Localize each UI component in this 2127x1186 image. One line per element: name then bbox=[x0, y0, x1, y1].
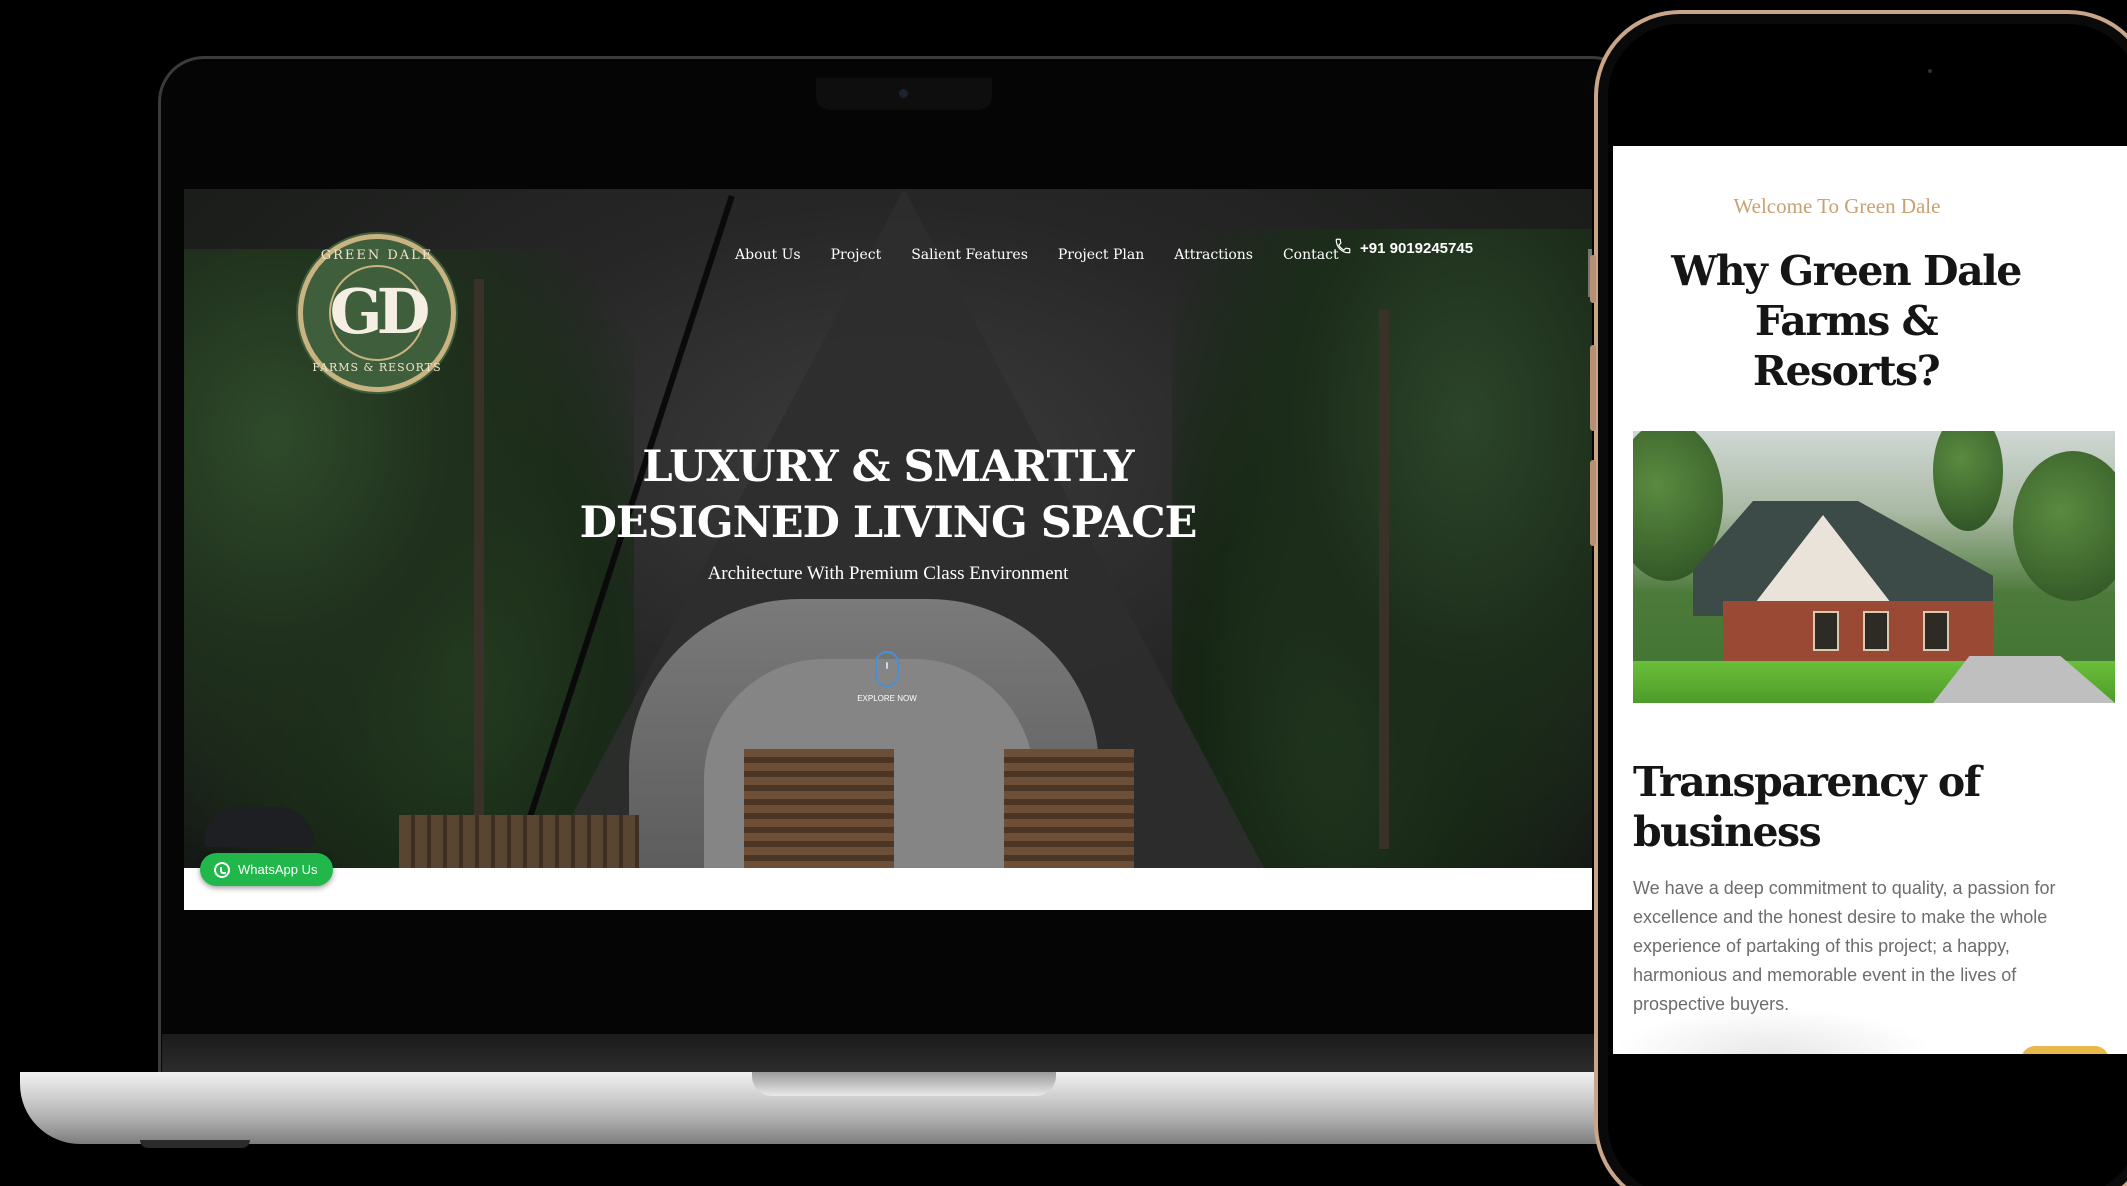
hero-subtitle: Architecture With Premium Class Environm… bbox=[707, 563, 1069, 584]
phone-contact-link[interactable]: +91 9019245745 bbox=[1334, 237, 1473, 259]
laptop-foot bbox=[140, 1140, 250, 1148]
resort-house-image bbox=[1633, 431, 2115, 703]
phone-camera bbox=[1928, 69, 1932, 73]
why-heading-line-2: Resorts? bbox=[1752, 347, 1941, 395]
hero-title: LUXURY & SMARTLY DESIGNED LIVING SPACE bbox=[184, 439, 1592, 551]
laptop-screen: GREEN DALE GD FARMS & RESORTS About Us P… bbox=[184, 189, 1592, 910]
hero-title-line-1: LUXURY & SMARTLY bbox=[642, 442, 1134, 492]
floating-button-edge[interactable] bbox=[2021, 1046, 2109, 1054]
image-window bbox=[1863, 611, 1889, 651]
transparency-title-line-1: Transparency of bbox=[1633, 758, 1981, 806]
whatsapp-button[interactable]: WhatsApp Us bbox=[200, 853, 334, 886]
logo-top-text: GREEN DALE bbox=[320, 248, 434, 263]
whatsapp-label: WhatsApp Us bbox=[238, 862, 318, 877]
car bbox=[204, 807, 314, 847]
image-tree bbox=[1933, 431, 2003, 531]
nav-salient-features[interactable]: Salient Features bbox=[911, 247, 1028, 263]
why-heading: Why Green Dale Farms & Resorts? bbox=[1631, 246, 2061, 396]
phone-icon bbox=[1334, 237, 1352, 259]
explore-now-button[interactable]: EXPLORE NOW bbox=[847, 651, 927, 703]
main-nav: About Us Project Salient Features Projec… bbox=[735, 247, 1339, 263]
transparency-title-line-2: business bbox=[1633, 808, 1822, 856]
phone-dynamic-island bbox=[1895, 58, 2045, 88]
image-window bbox=[1813, 611, 1839, 651]
logo-bottom-text: FARMS & RESORTS bbox=[312, 361, 442, 374]
nav-project-plan[interactable]: Project Plan bbox=[1058, 247, 1144, 263]
explore-now-label: EXPLORE NOW bbox=[857, 694, 917, 703]
hero-section: GREEN DALE GD FARMS & RESORTS About Us P… bbox=[184, 189, 1592, 868]
mouse-scroll-icon bbox=[875, 651, 899, 687]
image-window bbox=[1923, 611, 1949, 651]
laptop-camera bbox=[899, 89, 908, 98]
nav-contact[interactable]: Contact bbox=[1283, 247, 1339, 263]
site-logo[interactable]: GREEN DALE GD FARMS & RESORTS bbox=[298, 234, 456, 392]
palm-trunk bbox=[474, 279, 484, 839]
phone-side-button bbox=[1590, 255, 1596, 303]
logo-monogram: GD bbox=[329, 275, 431, 348]
phone-side-button bbox=[1590, 460, 1596, 546]
nav-attractions[interactable]: Attractions bbox=[1174, 247, 1253, 263]
laptop-opening-notch bbox=[752, 1072, 1056, 1096]
whatsapp-icon bbox=[214, 861, 230, 878]
fence bbox=[399, 815, 639, 868]
image-tree bbox=[2013, 451, 2115, 601]
phone-side-button bbox=[1590, 345, 1596, 431]
phone-screen: Welcome To Green Dale Why Green Dale Far… bbox=[1613, 146, 2127, 1054]
card-shadow bbox=[1613, 1008, 1933, 1054]
hero-title-line-2: DESIGNED LIVING SPACE bbox=[579, 498, 1198, 548]
phone-number: +91 9019245745 bbox=[1360, 239, 1474, 257]
why-heading-line-1: Why Green Dale Farms & bbox=[1671, 247, 2022, 345]
wood-panel bbox=[744, 749, 894, 868]
image-wall bbox=[1723, 601, 1993, 663]
welcome-text: Welcome To Green Dale bbox=[1733, 194, 1941, 218]
wood-panel bbox=[1004, 749, 1134, 868]
nav-about-us[interactable]: About Us bbox=[735, 247, 801, 263]
transparency-body: We have a deep commitment to quality, a … bbox=[1633, 878, 2056, 1014]
nav-project[interactable]: Project bbox=[831, 247, 882, 263]
transparency-title: Transparency of business bbox=[1633, 757, 2073, 857]
laptop-bottom-bezel bbox=[162, 1034, 1638, 1072]
